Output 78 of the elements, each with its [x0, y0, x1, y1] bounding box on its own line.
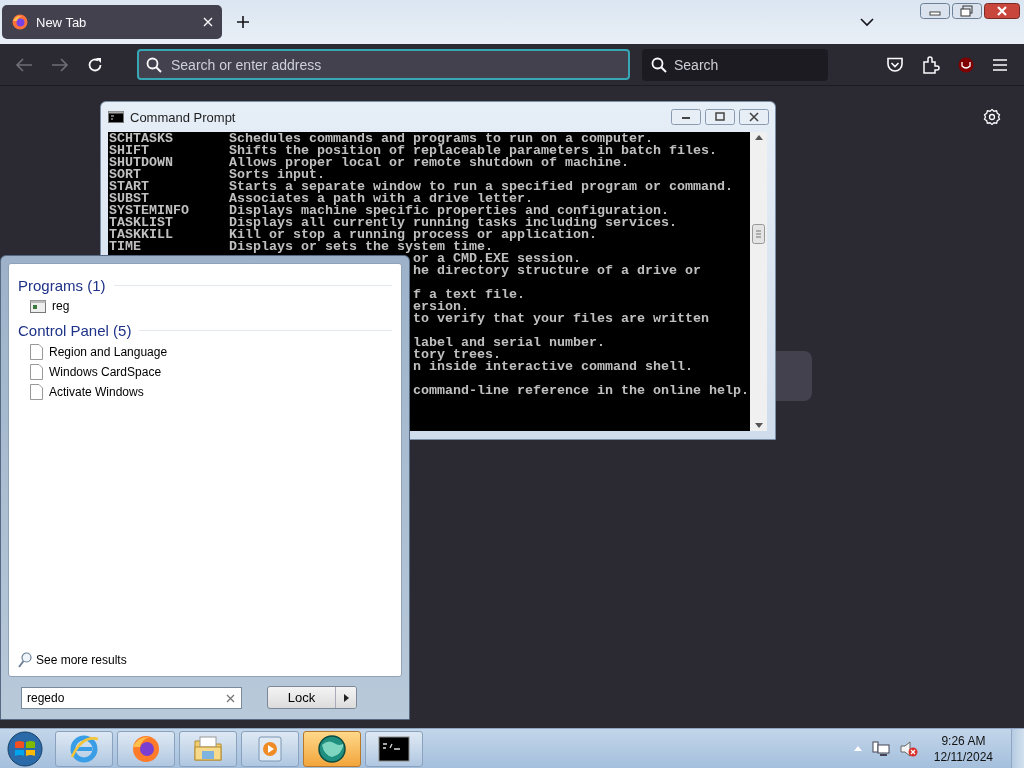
scroll-thumb-icon[interactable]	[752, 224, 765, 244]
search-result[interactable]: Windows CardSpace	[18, 362, 162, 382]
command-description: Sorts input.	[229, 169, 325, 181]
group-heading: Control Panel (5)	[18, 322, 132, 339]
command-name: SHUTDOWN	[109, 157, 174, 169]
search-result[interactable]: reg	[18, 297, 70, 315]
command-name: SORT	[109, 169, 141, 181]
maximize-icon[interactable]	[705, 109, 735, 125]
reload-icon[interactable]	[87, 56, 103, 73]
search-icon	[18, 652, 32, 668]
taskbar-button[interactable]	[303, 730, 361, 767]
command-description: Displays or sets the system time.	[229, 241, 493, 253]
search-result[interactable]: Region and Language	[18, 342, 168, 362]
back-arrow-icon[interactable]	[15, 56, 33, 73]
scroll-up-icon[interactable]	[754, 135, 763, 140]
restore-icon[interactable]	[952, 3, 982, 19]
globe-icon	[316, 732, 348, 765]
search-result[interactable]: Activate Windows	[18, 382, 144, 402]
command-description: Schedules commands and programs to run on a computer.	[229, 133, 653, 145]
search-field[interactable]: Search	[642, 48, 828, 81]
console-line: he directory structure of a drive or	[413, 263, 701, 278]
command-name: TASKLIST	[109, 217, 174, 229]
caret-icon	[343, 693, 349, 702]
puzzle-piece-icon[interactable]	[922, 55, 940, 74]
command-description: Starts a separate window to run a specified program or command.	[229, 181, 733, 193]
clock[interactable]: 9:26 AM 12/11/2024	[933, 732, 993, 765]
start-orb-icon[interactable]	[4, 729, 46, 768]
console-line: label and serial number.	[413, 335, 605, 350]
clear-icon[interactable]	[226, 693, 235, 703]
command-description: Displays all currently running tasks including services.	[229, 217, 677, 229]
terminal-icon	[108, 111, 124, 123]
taskbar-button[interactable]	[365, 730, 423, 767]
forward-arrow-icon[interactable]	[51, 56, 69, 73]
new-tab-icon[interactable]	[236, 15, 250, 29]
command-description: Shifts the position of replaceable parameters in batch files.	[229, 145, 717, 157]
close-icon[interactable]	[984, 3, 1020, 19]
search-field[interactable]: regedo	[21, 686, 242, 709]
menu-icon[interactable]	[992, 57, 1008, 72]
command-name: TIME	[109, 241, 142, 253]
search-icon	[146, 57, 162, 73]
command-description: Displays machine specific properties and configuration.	[229, 205, 669, 217]
window-title: Command Prompt	[130, 109, 237, 125]
document-icon	[30, 364, 43, 380]
console-line: command-line reference in the online help.	[413, 383, 749, 398]
tab-title: New Tab	[36, 14, 88, 30]
see-more-link[interactable]: See more results	[18, 652, 127, 668]
group-heading: Programs (1)	[18, 277, 106, 294]
console-line: ersion.	[413, 299, 469, 314]
scroll-down-icon[interactable]	[754, 423, 763, 428]
address-field[interactable]: Search or enter address	[137, 49, 630, 80]
close-icon[interactable]	[739, 109, 769, 125]
fox-logo-icon	[12, 14, 28, 30]
console-line: or a CMD.EXE session.	[413, 251, 581, 266]
command-name: TASKKILL	[109, 229, 174, 241]
document-icon	[30, 384, 43, 400]
console-line: to verify that your files are written	[413, 311, 709, 326]
shield-icon[interactable]	[958, 56, 974, 73]
muted-speaker-icon[interactable]	[899, 740, 918, 757]
command-name: START	[109, 181, 150, 193]
network-icon[interactable]	[871, 740, 890, 757]
document-icon	[30, 344, 43, 360]
command-description: Kill or stop a running process or application.	[229, 229, 597, 241]
command-name: SCHTASKS	[109, 133, 174, 145]
menu-arrow-button[interactable]	[335, 687, 356, 708]
command-name: SHIFT	[109, 145, 149, 157]
command-description: Associates a path with a drive letter.	[229, 193, 533, 205]
settings-icon[interactable]	[983, 108, 1001, 126]
command-description: Allows proper local or remote shutdown of machine.	[229, 157, 629, 169]
console-line: f a text file.	[413, 287, 525, 302]
minimize-icon[interactable]	[671, 109, 701, 125]
command-name: SUBST	[109, 193, 149, 205]
browser-tab[interactable]: New Tab	[2, 5, 222, 39]
chevron-down-icon[interactable]	[860, 17, 874, 27]
program-icon	[30, 299, 46, 313]
search-icon	[651, 56, 667, 73]
console-line: tory trees.	[413, 347, 501, 362]
command-name: SYSTEMINFO	[109, 205, 190, 217]
pocket-icon[interactable]	[886, 56, 904, 73]
